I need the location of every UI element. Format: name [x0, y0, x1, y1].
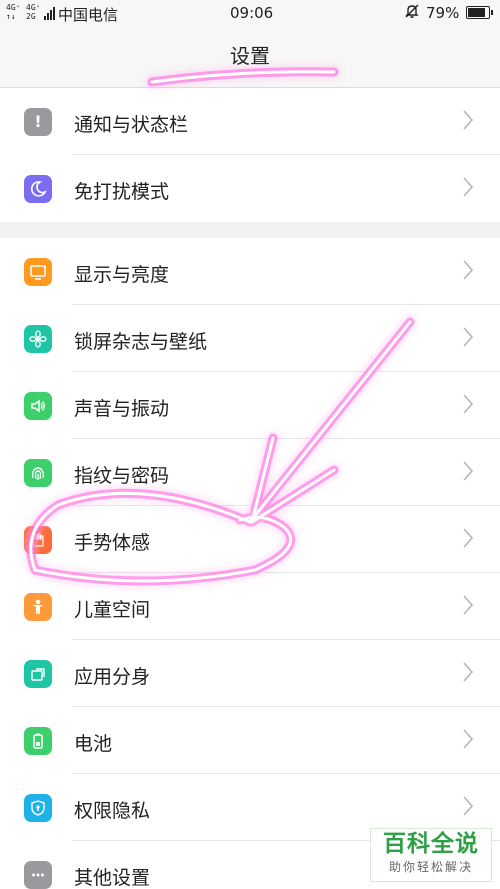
settings-item-sound-vibration[interactable]: 声音与振动 — [0, 372, 500, 439]
settings-item-label: 儿童空间 — [74, 599, 151, 621]
settings-item-battery[interactable]: 电池 — [0, 707, 500, 774]
settings-item-label: 其他设置 — [74, 867, 151, 889]
battery-icon — [24, 727, 52, 755]
settings-item-notifications[interactable]: ! 通知与状态栏 — [0, 88, 500, 155]
settings-item-label: 显示与亮度 — [74, 264, 170, 286]
settings-group-1: ! 通知与状态栏 免打扰模式 — [0, 88, 500, 222]
moon-icon — [24, 175, 52, 203]
fingerprint-icon — [24, 459, 52, 487]
page-title: 设置 — [230, 44, 270, 68]
settings-item-label: 锁屏杂志与壁纸 — [74, 331, 208, 353]
chevron-right-icon — [463, 327, 474, 347]
network-type-2b: 2G — [26, 12, 36, 21]
hand-gesture-icon — [24, 526, 52, 554]
watermark-subtitle: 助你轻松解决 — [388, 860, 473, 874]
settings-item-display[interactable]: 显示与亮度 — [0, 238, 500, 305]
chevron-right-icon — [463, 394, 474, 414]
chevron-right-icon — [463, 177, 474, 197]
chevron-right-icon — [463, 662, 474, 682]
network-activity-1: ↑↓ — [6, 12, 16, 21]
settings-item-label: 免打扰模式 — [74, 181, 170, 203]
battery-percent: 79% — [426, 4, 460, 22]
settings-item-kids-space[interactable]: 儿童空间 — [0, 573, 500, 640]
battery-icon — [466, 6, 493, 19]
network-indicator-1: 4G⁺ ↑↓ — [6, 3, 20, 21]
shield-icon — [24, 794, 52, 822]
status-bar: 4G⁺ ↑↓ 4G⁺ 2G 中国电信 09:06 79% — [0, 0, 500, 28]
carrier-name: 中国电信 — [58, 6, 119, 24]
speaker-icon — [24, 392, 52, 420]
display-icon — [24, 258, 52, 286]
settings-item-lockscreen-wallpaper[interactable]: 锁屏杂志与壁纸 — [0, 305, 500, 372]
network-type-2: 4G⁺ — [26, 3, 41, 12]
chevron-right-icon — [463, 461, 474, 481]
child-icon — [24, 593, 52, 621]
network-indicator-2: 4G⁺ 2G — [26, 3, 40, 21]
watermark-logo: 百科全说 助你轻松解决 — [370, 828, 492, 882]
notification-icon: ! — [24, 108, 52, 136]
signal-bars-icon — [44, 6, 55, 20]
settings-item-fingerprint-password[interactable]: 指纹与密码 — [0, 439, 500, 506]
chevron-right-icon — [463, 729, 474, 749]
watermark-title: 百科全说 — [383, 831, 479, 857]
settings-item-label: 指纹与密码 — [74, 465, 170, 487]
flower-icon — [24, 325, 52, 353]
bell-muted-icon — [404, 3, 420, 23]
network-type-1: 4G⁺ — [6, 3, 21, 12]
status-time: 09:06 — [230, 4, 274, 22]
settings-item-label: 通知与状态栏 — [74, 114, 189, 136]
settings-item-label: 电池 — [74, 733, 113, 755]
settings-item-label: 权限隐私 — [74, 800, 151, 822]
settings-item-label: 手势体感 — [74, 532, 151, 554]
settings-group-2: 显示与亮度 锁屏杂志与壁纸 声音与振动 指纹与密码 手势体感 儿童空间 应用分身… — [0, 238, 500, 889]
chevron-right-icon — [463, 528, 474, 548]
settings-item-gestures[interactable]: 手势体感 — [0, 506, 500, 573]
chevron-right-icon — [463, 110, 474, 130]
header: 设置 — [0, 28, 500, 88]
chevron-right-icon — [463, 260, 474, 280]
settings-item-label: 声音与振动 — [74, 398, 170, 420]
settings-item-label: 应用分身 — [74, 666, 151, 688]
settings-item-do-not-disturb[interactable]: 免打扰模式 — [0, 155, 500, 222]
app-clone-icon — [24, 660, 52, 688]
more-icon — [24, 861, 52, 889]
chevron-right-icon — [463, 796, 474, 816]
chevron-right-icon — [463, 595, 474, 615]
settings-item-app-clone[interactable]: 应用分身 — [0, 640, 500, 707]
